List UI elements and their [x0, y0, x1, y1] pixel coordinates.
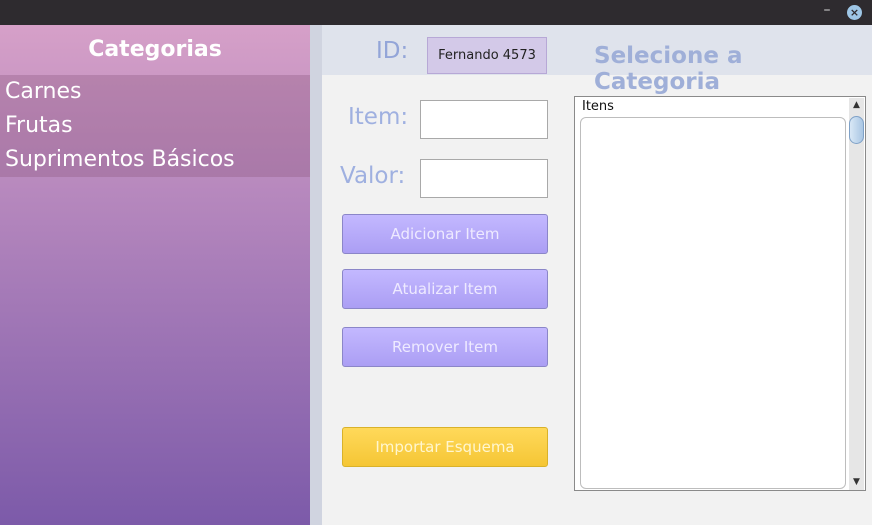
- items-list-header: Itens: [582, 99, 614, 114]
- category-list: Carnes Frutas Suprimentos Básicos: [0, 75, 310, 177]
- close-button[interactable]: ×: [847, 5, 862, 20]
- sidebar-heading: Categorias: [88, 37, 222, 62]
- scroll-down-icon[interactable]: ▼: [849, 475, 864, 490]
- import-schema-button[interactable]: Importar Esquema: [342, 427, 548, 467]
- id-label: ID:: [376, 38, 409, 64]
- items-list[interactable]: [580, 117, 846, 489]
- item-label: Item:: [348, 104, 409, 130]
- sidebar-item-carnes[interactable]: Carnes: [0, 75, 310, 109]
- remove-item-button[interactable]: Remover Item: [342, 327, 548, 367]
- update-item-button[interactable]: Atualizar Item: [342, 269, 548, 309]
- sidebar-item-frutas[interactable]: Frutas: [0, 109, 310, 143]
- item-input[interactable]: [420, 100, 548, 139]
- items-list-panel: Itens ▲ ▼: [574, 96, 866, 491]
- scroll-up-icon[interactable]: ▲: [849, 98, 864, 113]
- minimize-button[interactable]: –: [820, 2, 834, 18]
- category-sidebar: Categorias Carnes Frutas Suprimentos Bás…: [0, 25, 310, 525]
- window-titlebar: – ×: [0, 0, 872, 25]
- items-scrollbar[interactable]: ▲ ▼: [849, 98, 864, 490]
- scroll-thumb[interactable]: [849, 116, 864, 144]
- id-value: Fernando 4573: [427, 37, 547, 74]
- valor-label: Valor:: [340, 163, 406, 189]
- add-item-button[interactable]: Adicionar Item: [342, 214, 548, 254]
- valor-input[interactable]: [420, 159, 548, 198]
- sidebar-item-suprimentos-basicos[interactable]: Suprimentos Básicos: [0, 143, 310, 177]
- page-title: Selecione a Categoria: [594, 43, 743, 95]
- panel-divider: [310, 25, 322, 525]
